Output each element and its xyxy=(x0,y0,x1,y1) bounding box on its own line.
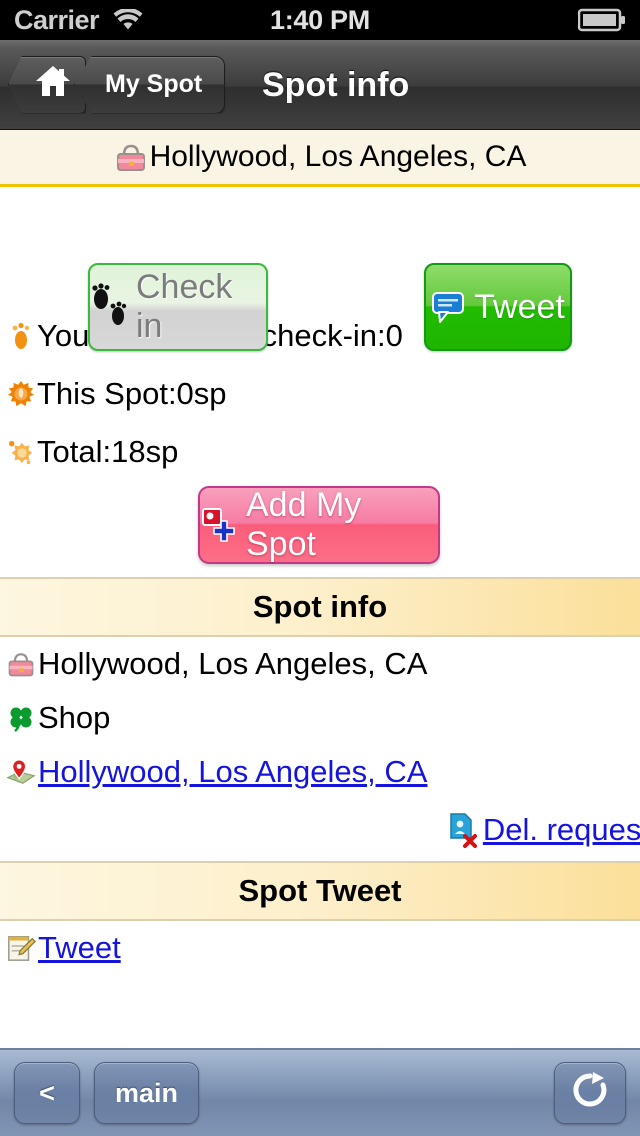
toolbar-refresh-button[interactable] xyxy=(554,1062,626,1124)
spot-category-row: Shop xyxy=(6,691,640,745)
home-icon xyxy=(34,64,72,105)
spot-info-list: Hollywood, Los Angeles, CA Shop Hollywoo… xyxy=(0,637,640,861)
add-my-spot-label: Add My Spot xyxy=(246,486,362,563)
tweet-button[interactable]: Tweet xyxy=(424,263,572,351)
toolbar-main-label: main xyxy=(115,1077,179,1108)
location-banner-text: Hollywood, Los Angeles, CA xyxy=(149,140,527,173)
sun-orange-icon xyxy=(8,380,34,408)
toolbar-back-button[interactable]: < xyxy=(14,1062,80,1124)
toolbar-main-button[interactable]: main xyxy=(94,1062,200,1124)
phone-screen: Carrier 1:40 PM My Spot Spot info Hollyw… xyxy=(0,0,640,1136)
delete-page-icon xyxy=(447,812,481,848)
action-buttons-row: Check in Tweet xyxy=(0,187,640,351)
spot-address-text: Hollywood, Los Angeles, CA xyxy=(38,646,428,681)
section-header-label: Spot info xyxy=(252,589,388,624)
speech-balloon-icon xyxy=(431,290,467,324)
map-pin-icon xyxy=(6,757,36,787)
section-header-spot-info: Spot info xyxy=(0,577,640,637)
spot-map-link[interactable]: Hollywood, Los Angeles, CA xyxy=(38,754,427,790)
spot-category-text: Shop xyxy=(38,700,111,735)
spot-tweet-list: Tweet xyxy=(0,921,640,975)
stat-text: This Spot:0sp xyxy=(37,376,227,411)
delete-request-row[interactable]: Del. request xyxy=(6,799,640,861)
sparkle-orange-icon xyxy=(8,438,34,466)
nav-bar: My Spot Spot info xyxy=(0,40,640,130)
refresh-icon xyxy=(570,1070,610,1117)
spot-map-link-row[interactable]: Hollywood, Los Angeles, CA xyxy=(6,745,640,799)
wifi-icon xyxy=(113,9,143,31)
clover-icon xyxy=(6,704,36,732)
delete-request-link[interactable]: Del. request xyxy=(483,812,640,848)
page-title: Spot info xyxy=(262,65,410,104)
location-banner: Hollywood, Los Angeles, CA xyxy=(0,130,640,187)
stat-row: Total:18sp xyxy=(8,423,640,481)
bottom-toolbar: < main xyxy=(0,1048,640,1136)
add-my-spot-button[interactable]: Add My Spot xyxy=(198,486,440,564)
check-in-label: Check in xyxy=(136,268,233,345)
add-flag-icon xyxy=(200,506,238,544)
tweet-link[interactable]: Tweet xyxy=(38,930,121,966)
handbag-icon xyxy=(114,141,148,173)
tweet-label: Tweet xyxy=(474,287,565,326)
carrier-label: Carrier xyxy=(14,4,100,35)
back-button-my-spot[interactable]: My Spot xyxy=(74,55,226,114)
add-my-spot-row: Add My Spot xyxy=(0,481,640,577)
footprint-orange-icon xyxy=(8,321,34,351)
back-button-label: My Spot xyxy=(105,70,203,98)
breadcrumb: My Spot xyxy=(8,55,226,114)
tweet-link-row[interactable]: Tweet xyxy=(6,921,640,975)
memo-icon xyxy=(6,933,36,963)
toolbar-back-label: < xyxy=(39,1077,55,1108)
status-bar: Carrier 1:40 PM xyxy=(0,0,640,40)
section-header-label: Spot Tweet xyxy=(238,873,402,908)
section-header-spot-tweet: Spot Tweet xyxy=(0,861,640,921)
content-spacer xyxy=(0,975,640,1048)
check-in-button[interactable]: Check in xyxy=(88,263,268,351)
battery-full-icon xyxy=(578,8,626,32)
footprints-icon xyxy=(90,283,130,331)
handbag-icon xyxy=(6,649,36,679)
spot-address-row: Hollywood, Los Angeles, CA xyxy=(6,637,640,691)
stat-row: This Spot:0sp xyxy=(8,365,640,423)
stat-text: Total:18sp xyxy=(37,434,179,469)
